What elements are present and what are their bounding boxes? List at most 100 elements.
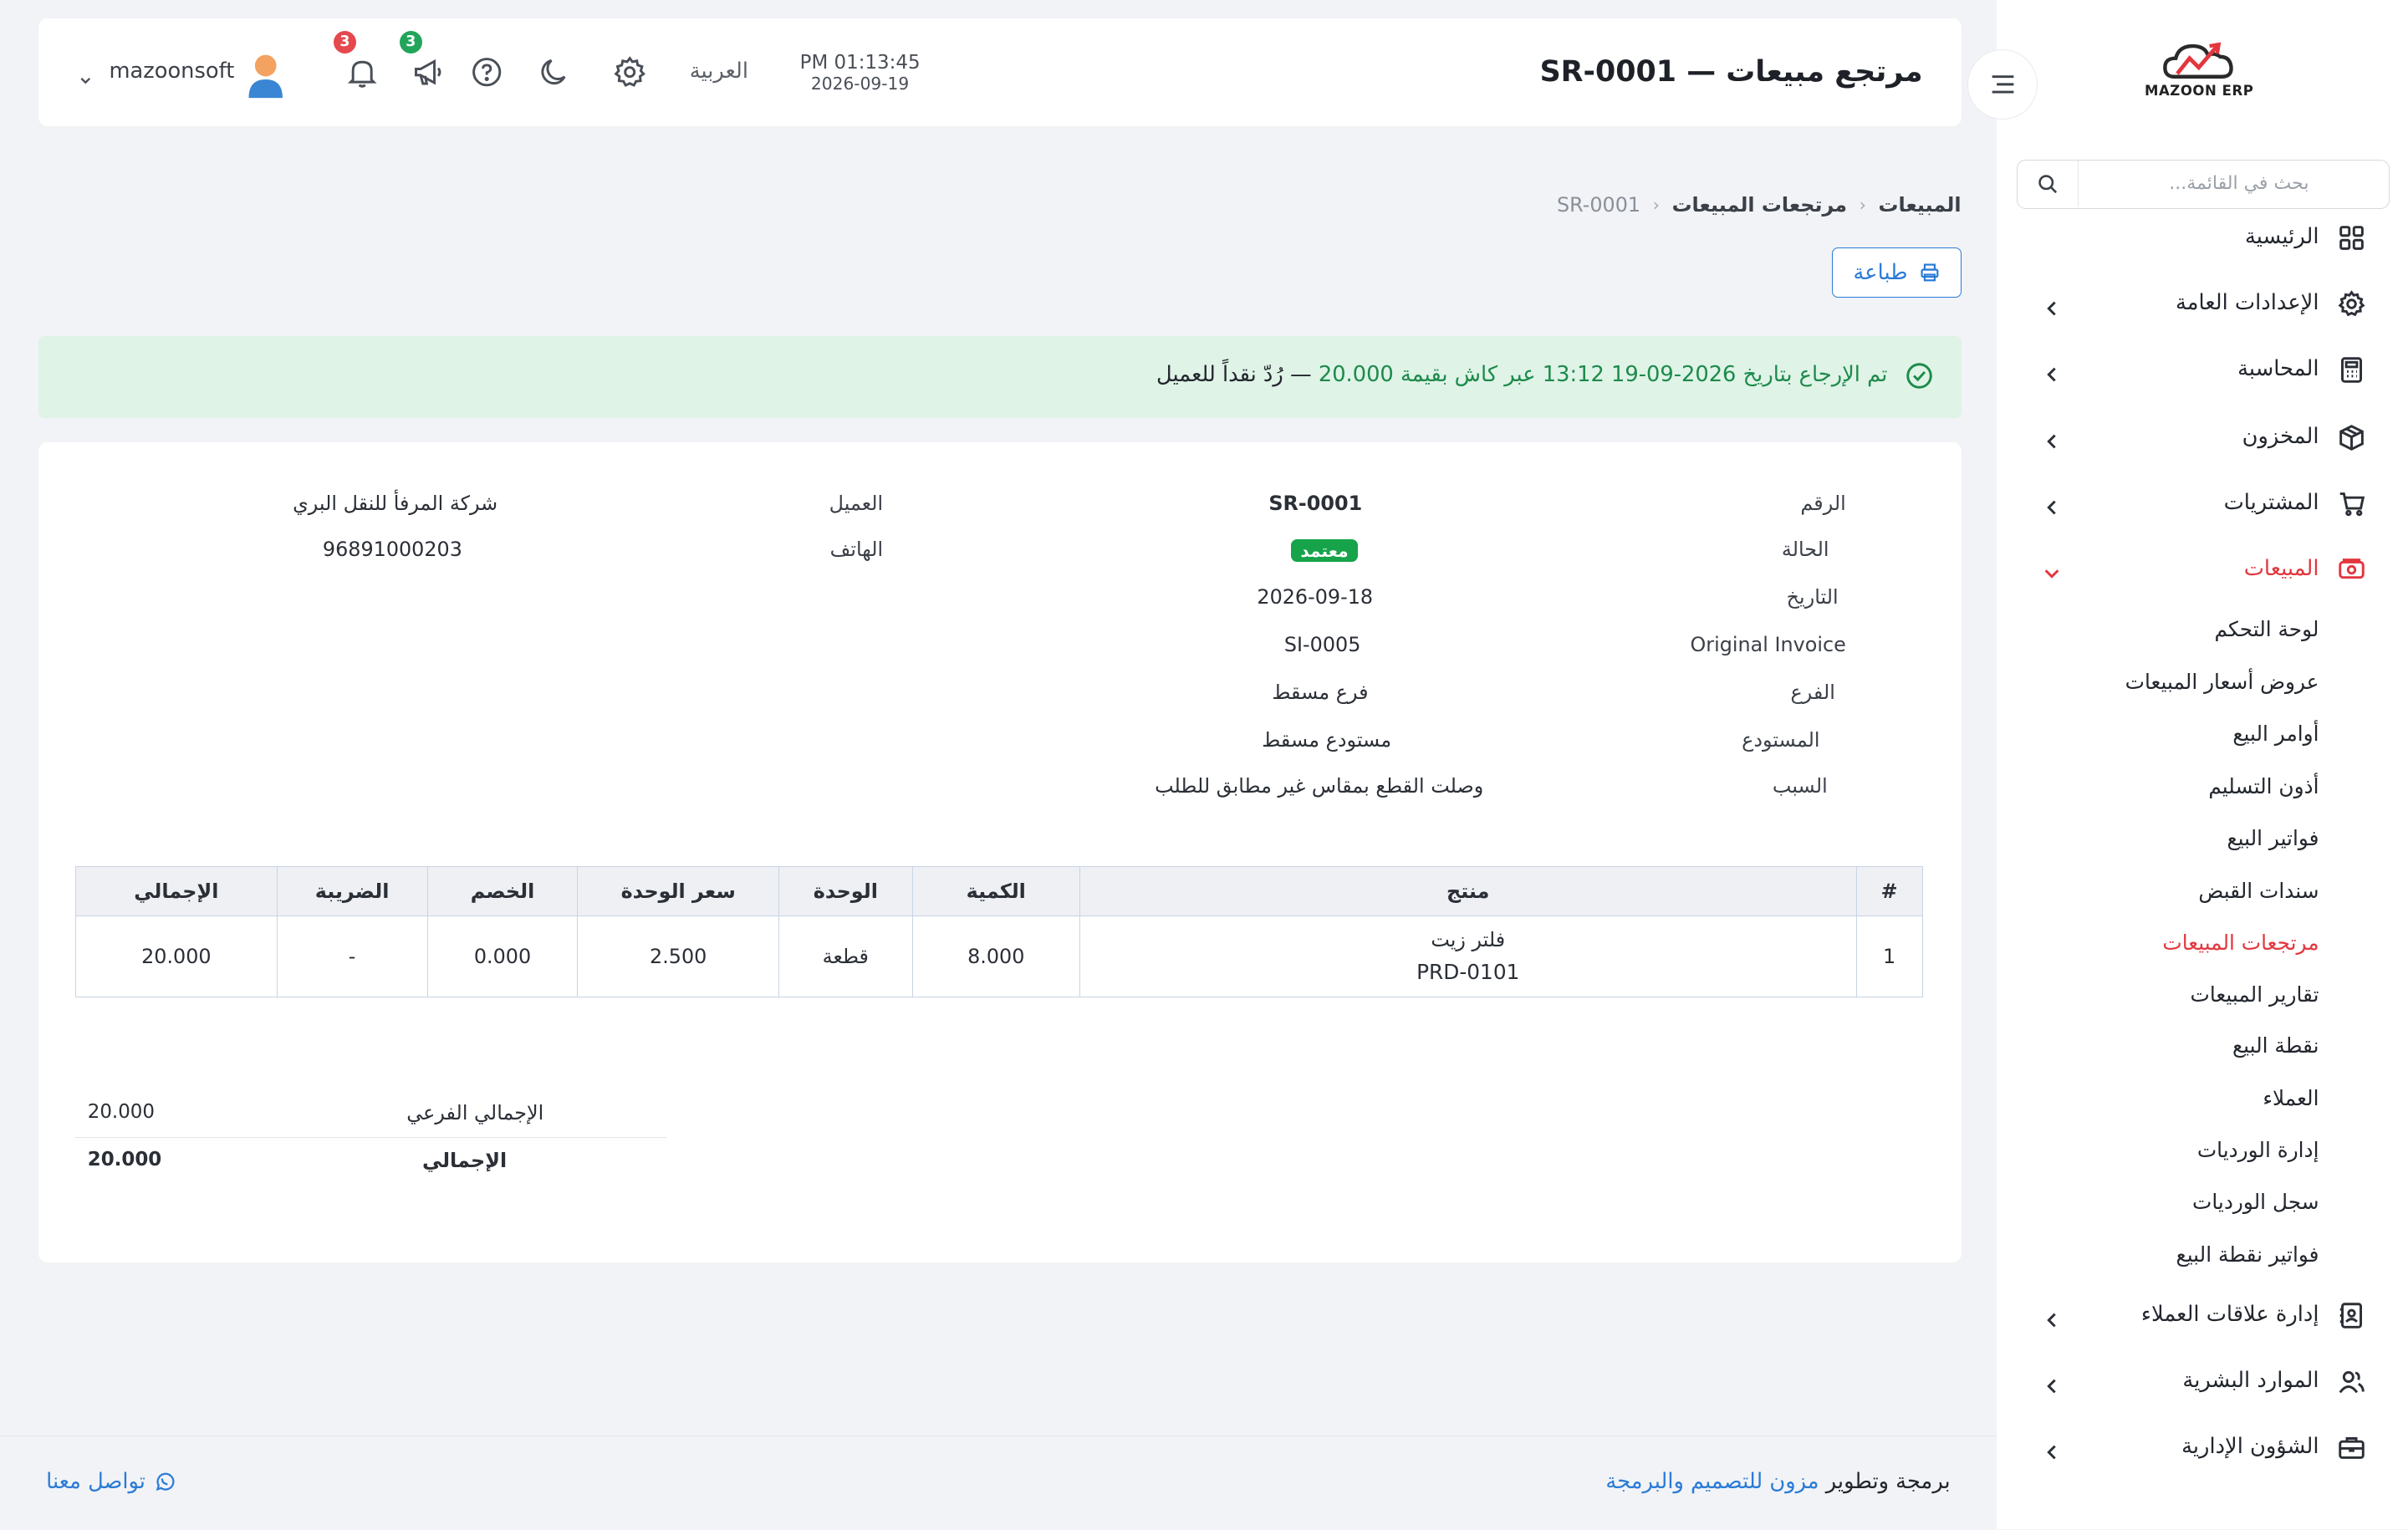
footer-credit-prefix: برمجة وتطوير <box>1825 1468 1951 1494</box>
sidebar-item-label: الإعدادات العامة <box>2176 290 2319 316</box>
sidebar-subitem-shift-management[interactable]: إدارة الورديات <box>2197 1138 2319 1162</box>
customer-value: شركة المرفأ للنقل البري <box>293 491 498 515</box>
items-table: # منتج الكمية الوحدة سعر الوحدة الخصم ال… <box>75 865 1923 997</box>
search-icon[interactable] <box>2018 161 2079 207</box>
chevron-down-icon[interactable] <box>79 64 93 93</box>
customer-label: العميل <box>829 491 884 515</box>
subtotal-row: الإجمالي الفرعي 20.000 <box>75 1096 667 1138</box>
dark-mode-moon-icon[interactable] <box>538 55 571 89</box>
sidebar-subitem-quotations[interactable]: عروض أسعار المبيعات <box>2125 670 2319 694</box>
warehouse-value: مستودع مسقط <box>1262 727 1392 752</box>
chevron-left-icon <box>2043 428 2061 449</box>
return-details-card: الرقم SR-0001 الحالة معتمد التاريخ 2026-… <box>38 441 1962 1262</box>
sidebar-subitem-customers[interactable]: العملاء <box>2263 1086 2319 1110</box>
alert-message-text: تم الإرجاع بتاريخ 2026-09-19 13:12 عبر ك… <box>1318 362 1888 388</box>
sidebar-item-purchases[interactable]: المشتريات <box>1997 485 2408 522</box>
cart-icon <box>2338 490 2365 518</box>
chevron-left-icon <box>2043 494 2061 515</box>
column-header-unit: الوحدة <box>778 865 913 916</box>
logo-text: MAZOON ERP <box>2144 83 2254 99</box>
branch-label: الفرع <box>1790 680 1835 704</box>
sidebar-item-label: الموارد البشرية <box>2182 1368 2319 1394</box>
sidebar-subitem-shift-log[interactable]: سجل الورديات <box>2192 1190 2319 1214</box>
language-switch[interactable]: العربية <box>690 59 748 84</box>
contacts-icon <box>2338 1302 2365 1329</box>
chevron-left-icon <box>2043 295 2061 315</box>
column-header-number: # <box>1855 865 1923 916</box>
cell-unit: قطعة <box>778 915 913 997</box>
chevron-left-icon <box>2043 1373 2061 1394</box>
sidebar-subitem-sales-returns[interactable]: مرتجعات المبيعات <box>2162 931 2319 955</box>
logo-icon <box>2163 42 2234 79</box>
print-button[interactable]: طباعة <box>1832 247 1962 298</box>
sidebar-item-inventory[interactable]: المخزون <box>1997 419 2408 456</box>
sidebar-item-sales[interactable]: المبيعات <box>1997 551 2408 588</box>
cell-unit-price: 2.500 <box>577 915 779 997</box>
breadcrumb-item-sales[interactable]: المبيعات <box>1879 193 1962 217</box>
contact-us-label: تواصل معنا <box>46 1468 145 1494</box>
chevron-left-icon <box>2043 1307 2061 1328</box>
user-avatar[interactable] <box>244 52 287 99</box>
chevron-left-icon <box>2043 361 2061 381</box>
footer-credit: برمجة وتطوير مزون للتصميم والبرمجة <box>1605 1469 1950 1494</box>
sidebar-subitem-pos[interactable]: نقطة البيع <box>2232 1033 2319 1058</box>
sidebar-item-admin[interactable]: الشؤون الإدارية <box>1997 1430 2408 1466</box>
breadcrumb: المبيعات ‹ مرتجعات المبيعات ‹ SR-0001 <box>1557 193 1962 217</box>
sidebar-item-settings[interactable]: الإعدادات العامة <box>1997 286 2408 323</box>
sidebar-subitem-receipts[interactable]: سندات القبض <box>2198 879 2319 903</box>
totals-summary: الإجمالي الفرعي 20.000 الإجمالي 20.000 <box>75 1096 667 1186</box>
notifications-bell-icon[interactable]: 3 <box>333 30 379 89</box>
announcements-megaphone-icon[interactable]: 3 <box>399 30 445 89</box>
total-value: 20.000 <box>87 1148 162 1170</box>
sidebar-item-crm[interactable]: إدارة علاقات العملاء <box>1997 1298 2408 1334</box>
chevron-left-icon: ‹ <box>1859 195 1866 216</box>
original-invoice-link[interactable]: SI-0005 <box>1284 633 1361 656</box>
warehouse-label: المستودع <box>1742 727 1820 752</box>
top-header: مرتجع مبيعات — SR-0001 PM 01:13:45 2026-… <box>38 18 2038 126</box>
product-name: فلتر زيت <box>1431 928 1506 952</box>
sidebar-search-placeholder: بحث في القائمة... <box>2169 172 2309 194</box>
logo[interactable]: MAZOON ERP <box>2138 37 2261 114</box>
box-icon <box>2338 424 2365 451</box>
reason-label: السبب <box>1772 773 1828 798</box>
success-alert: تم الإرجاع بتاريخ 2026-09-19 13:12 عبر ك… <box>38 336 1962 418</box>
printer-icon <box>1921 263 1939 282</box>
sidebar-toggle-button[interactable] <box>1967 48 2038 120</box>
menu-icon <box>1992 75 2013 94</box>
print-button-label: طباعة <box>1853 261 1908 284</box>
phone-value: 96891000203 <box>322 537 462 561</box>
sidebar-subitem-delivery-notes[interactable]: أذون التسليم <box>2208 774 2319 798</box>
cell-total: 20.000 <box>75 915 278 997</box>
contact-us-link[interactable]: تواصل معنا <box>46 1469 175 1494</box>
username[interactable]: mazoonsoft <box>109 59 234 84</box>
date-value: 2026-09-18 <box>1257 584 1374 609</box>
breadcrumb-item-sales-returns[interactable]: مرتجعات المبيعات <box>1672 193 1848 217</box>
sidebar-search[interactable]: بحث في القائمة... <box>2016 160 2390 209</box>
column-header-quantity: الكمية <box>911 865 1080 916</box>
sidebar-item-accounting[interactable]: المحاسبة <box>1997 352 2408 389</box>
whatsapp-icon <box>156 1472 175 1492</box>
footer: برمجة وتطوير مزون للتصميم والبرمجة تواصل… <box>0 1436 1997 1530</box>
sidebar-item-label: المحاسبة <box>2237 356 2319 382</box>
sidebar-item-label: المبيعات <box>2243 555 2319 581</box>
footer-credit-link[interactable]: مزون للتصميم والبرمجة <box>1605 1469 1819 1494</box>
original-invoice-label: Original Invoice <box>1690 632 1846 656</box>
date-label: التاريخ <box>1786 584 1839 609</box>
chevron-down-icon <box>2043 560 2061 579</box>
column-header-discount: الخصم <box>426 865 579 916</box>
settings-gear-icon[interactable] <box>613 55 646 89</box>
help-icon[interactable] <box>470 55 503 89</box>
sidebar-item-label: الرئيسية <box>2244 224 2319 250</box>
sidebar-subitem-pos-invoices[interactable]: فواتير نقطة البيع <box>2176 1242 2319 1267</box>
sidebar-subitem-sales-orders[interactable]: أوامر البيع <box>2232 722 2319 746</box>
sidebar-subitem-dashboard[interactable]: لوحة التحكم <box>2215 617 2319 641</box>
gear-icon <box>2338 290 2365 318</box>
sidebar-subitem-sales-reports[interactable]: تقارير المبيعات <box>2191 982 2319 1007</box>
total-row: الإجمالي 20.000 <box>75 1144 666 1186</box>
chevron-left-icon: ‹ <box>1652 195 1660 216</box>
subtotal-value: 20.000 <box>87 1100 155 1123</box>
status-badge: معتمد <box>1291 538 1358 563</box>
sidebar-subitem-sales-invoices[interactable]: فواتير البيع <box>2227 826 2319 850</box>
sidebar-item-hr[interactable]: الموارد البشرية <box>1997 1364 2408 1400</box>
sidebar-item-home[interactable]: الرئيسية <box>1997 220 2408 257</box>
